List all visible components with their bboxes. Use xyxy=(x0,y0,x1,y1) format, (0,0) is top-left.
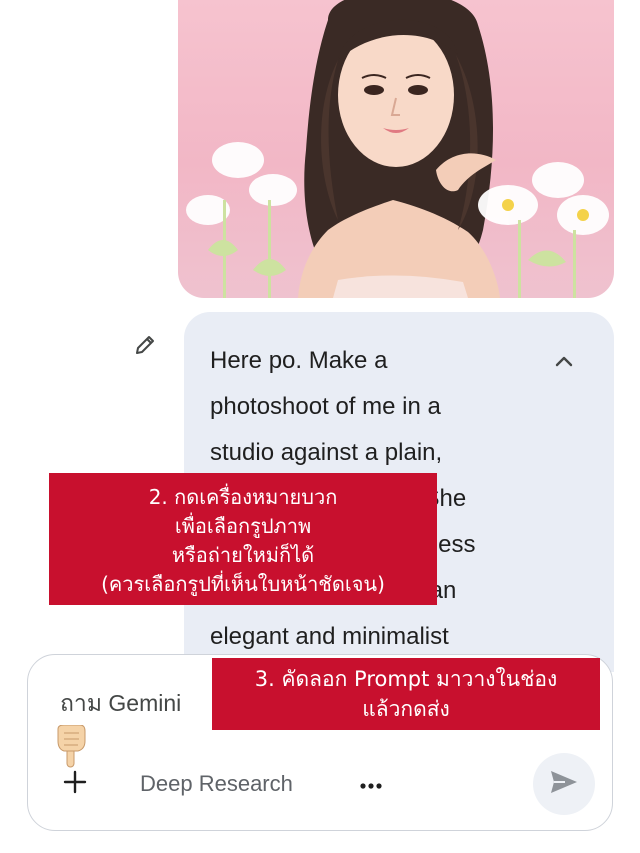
add-attachment-button[interactable] xyxy=(58,767,92,801)
more-horizontal-icon xyxy=(359,775,383,794)
edit-message-button[interactable] xyxy=(130,332,160,362)
more-options-button[interactable] xyxy=(354,767,388,801)
annotation-step-2: 2. กดเครื่องหมายบวก เพื่อเลือกรูปภาพ หรื… xyxy=(49,473,437,605)
pointing-hand-icon xyxy=(54,724,88,769)
attached-photo[interactable] xyxy=(178,0,614,298)
pencil-icon xyxy=(133,333,157,361)
chevron-up-icon xyxy=(554,353,574,372)
send-button[interactable] xyxy=(533,753,595,815)
send-icon xyxy=(549,768,579,800)
deep-research-button[interactable]: Deep Research xyxy=(140,767,293,801)
annotation-step-3: 3. คัดลอก Prompt มาวางในช่อง แล้วกดส่ง xyxy=(212,658,600,730)
prompt-input[interactable]: ถาม Gemini xyxy=(60,685,220,721)
plus-icon xyxy=(62,769,88,799)
portrait-illustration xyxy=(186,0,609,298)
collapse-message-button[interactable] xyxy=(550,348,578,376)
